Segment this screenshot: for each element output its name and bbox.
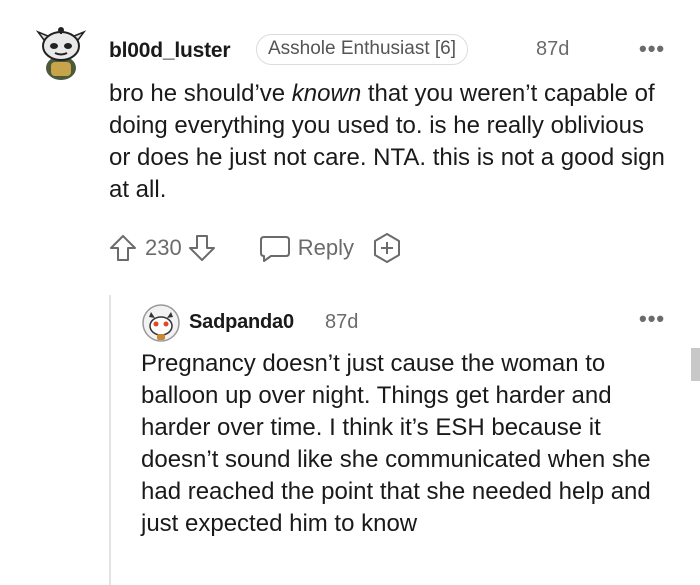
downvote-button[interactable] [186, 232, 218, 264]
scrollbar-thumb[interactable] [691, 348, 700, 381]
reply-label: Reply [297, 235, 354, 260]
upvote-button[interactable] [107, 232, 139, 264]
reply-age: 87d [325, 311, 359, 333]
vote-score: 230 [145, 235, 182, 260]
award-button[interactable] [370, 231, 404, 265]
comment-body-pre: bro he should’ve [109, 80, 292, 107]
reply-body: Pregnancy doesn’t just cause the woman t… [141, 350, 651, 537]
add-award-icon [373, 233, 400, 263]
reply-more-options-button[interactable]: ••• [639, 306, 665, 332]
comment-action-bar: 230 Reply [107, 231, 404, 265]
upvote-arrow-icon [110, 235, 136, 261]
comment-age: 87d [536, 38, 570, 60]
comment-body-emphasis: known [291, 80, 362, 107]
reply-username[interactable]: Sadpanda0 [189, 311, 294, 334]
thread-line[interactable] [109, 295, 111, 585]
comment-username[interactable]: bl00d_luster [109, 39, 231, 63]
commenter-avatar[interactable] [34, 22, 88, 82]
snoo-avatar-icon [35, 27, 87, 80]
reply-button[interactable]: Reply [258, 232, 354, 264]
reply-bubble-icon [259, 236, 290, 262]
snoo-avatar-icon [142, 304, 180, 342]
more-options-button[interactable]: ••• [639, 36, 665, 62]
downvote-arrow-icon [188, 235, 215, 261]
comment-body: bro he should’ve known that you weren’t … [109, 78, 669, 206]
user-flair: Asshole Enthusiast [6] [256, 34, 468, 65]
reply-avatar[interactable] [141, 302, 181, 344]
